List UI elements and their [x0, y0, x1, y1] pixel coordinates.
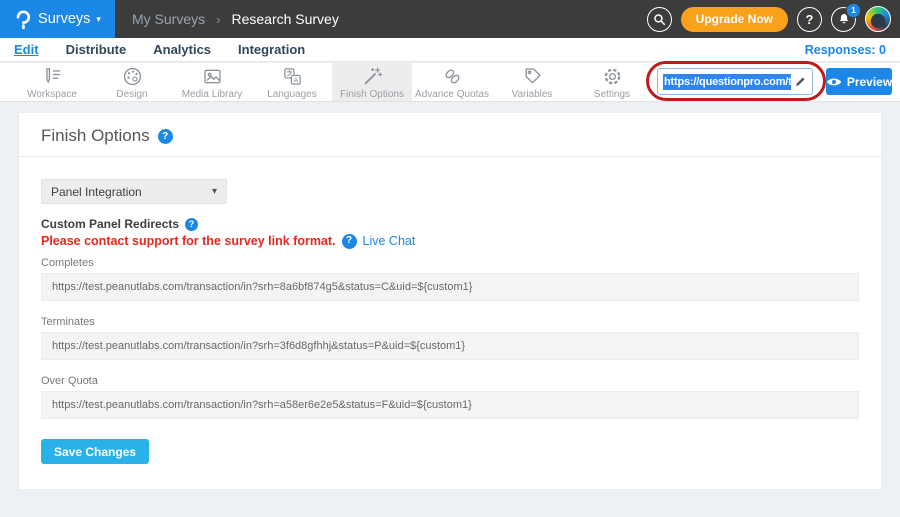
support-notice: Please contact support for the survey li…: [41, 233, 859, 249]
notifications-bell-icon[interactable]: 1: [831, 7, 856, 32]
toolbar-item-workspace[interactable]: Workspace: [12, 63, 92, 101]
chevron-down-icon: ▾: [96, 14, 101, 25]
preview-button[interactable]: Preview: [826, 68, 892, 95]
completes-label: Completes: [41, 257, 859, 270]
page-title: Finish Options: [41, 126, 150, 146]
over-quota-url-input[interactable]: https://test.peanutlabs.com/transaction/…: [41, 391, 859, 419]
live-chat-link[interactable]: Live Chat: [363, 233, 416, 249]
toolbar-item-advance-quotas[interactable]: Advance Quotas: [412, 63, 492, 101]
avatar[interactable]: [865, 6, 891, 32]
finish-options-panel: Finish Options ? Panel Integration ▾ Cus…: [18, 112, 882, 490]
tab-integration[interactable]: Integration: [238, 42, 305, 57]
over-quota-label: Over Quota: [41, 375, 859, 388]
completes-url-input[interactable]: https://test.peanutlabs.com/transaction/…: [41, 273, 859, 301]
svg-text:A: A: [293, 76, 298, 84]
breadcrumb-separator: ›: [216, 12, 220, 27]
over-quota-field-group: Over Quota https://test.peanutlabs.com/t…: [41, 375, 859, 419]
workspace-icon: [41, 65, 64, 88]
design-icon: [121, 65, 144, 88]
toolbar-item-variables[interactable]: Variables: [492, 63, 572, 101]
survey-nav: Edit Distribute Analytics Integration Re…: [0, 38, 900, 62]
toolbar-item-languages[interactable]: A Languages: [252, 63, 332, 101]
upgrade-now-button[interactable]: Upgrade Now: [681, 7, 788, 32]
tab-analytics[interactable]: Analytics: [153, 42, 211, 57]
toolbar-item-finish-options[interactable]: Finish Options: [332, 63, 412, 101]
tab-distribute[interactable]: Distribute: [66, 42, 127, 57]
panel-integration-dropdown[interactable]: Panel Integration ▾: [41, 179, 227, 204]
finish-options-help-icon[interactable]: ?: [158, 129, 173, 144]
edit-url-pencil-icon[interactable]: [794, 75, 807, 88]
questionpro-logo-icon: [14, 9, 32, 29]
live-chat-help-icon[interactable]: ?: [342, 234, 357, 249]
help-icon[interactable]: ?: [797, 7, 822, 32]
notification-count-badge: 1: [846, 3, 861, 18]
toolbar-item-media-library[interactable]: Media Library: [172, 63, 252, 101]
survey-url-selected-text: https://questionpro.com/t/A: [663, 74, 791, 90]
search-icon[interactable]: [647, 7, 672, 32]
toolbar-item-design[interactable]: Design: [92, 63, 172, 101]
toolbar-item-settings[interactable]: Settings: [572, 63, 652, 101]
survey-url-input[interactable]: https://questionpro.com/t/A: [657, 68, 813, 95]
finish-options-icon: [361, 65, 384, 88]
top-header: Surveys ▾ My Surveys › Research Survey U…: [0, 0, 900, 38]
custom-panel-redirects-heading: Custom Panel Redirects ?: [41, 217, 859, 231]
languages-icon: A: [281, 65, 304, 88]
terminates-label: Terminates: [41, 316, 859, 329]
product-name: Surveys: [38, 11, 90, 27]
header-actions: Upgrade Now ? 1: [647, 6, 900, 32]
product-switcher[interactable]: Surveys ▾: [0, 0, 115, 38]
variables-icon: [521, 65, 544, 88]
custom-panel-redirects-help-icon[interactable]: ?: [185, 218, 198, 231]
breadcrumb-my-surveys[interactable]: My Surveys: [132, 11, 205, 27]
breadcrumb: My Surveys › Research Survey: [132, 11, 339, 27]
chevron-down-icon: ▾: [212, 186, 217, 197]
breadcrumb-current-survey: Research Survey: [231, 11, 338, 27]
tab-edit[interactable]: Edit: [14, 42, 39, 57]
settings-gear-icon: [601, 65, 624, 88]
responses-count: Responses: 0: [805, 43, 886, 57]
advance-quotas-icon: [441, 65, 464, 88]
terminates-field-group: Terminates https://test.peanutlabs.com/t…: [41, 316, 859, 360]
save-changes-button[interactable]: Save Changes: [41, 439, 149, 464]
terminates-url-input[interactable]: https://test.peanutlabs.com/transaction/…: [41, 332, 859, 360]
eye-icon: [826, 76, 842, 88]
media-library-icon: [201, 65, 224, 88]
completes-field-group: Completes https://test.peanutlabs.com/tr…: [41, 257, 859, 301]
